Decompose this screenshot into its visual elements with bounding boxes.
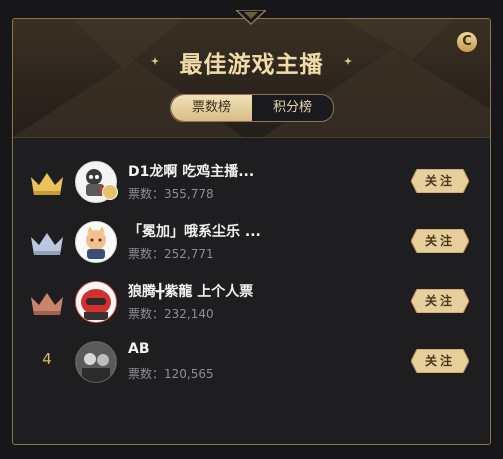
streamer-name[interactable]: 「冕加」哦系尘乐 ... [128, 221, 261, 241]
vote-count: 票数：355,778 [128, 187, 214, 201]
vote-count: 票数：252,771 [128, 247, 214, 261]
list-item: D1龙啊 吃鸡主播... 票数：355,778 关注 [13, 155, 490, 207]
avatar[interactable] [75, 221, 117, 263]
tab-votes[interactable]: 票数榜 [171, 95, 252, 121]
panel-header: 最佳游戏主播 票数榜 积分榜 C [13, 19, 490, 138]
title-star-right-icon [344, 57, 352, 65]
title-star-left-icon [151, 57, 159, 65]
live-badge-icon [102, 184, 118, 200]
follow-button[interactable]: 关注 [411, 349, 469, 373]
silver-crown-icon [31, 233, 63, 255]
streamer-name[interactable]: AB [128, 341, 150, 357]
bronze-crown-icon [31, 293, 63, 315]
streamer-name[interactable]: 狼腾╋紫龍 上个人票 [128, 281, 253, 301]
gold-crown-icon [31, 173, 63, 195]
follow-label: 关注 [424, 234, 455, 248]
c-badge-letter: C [462, 34, 472, 49]
avatar[interactable] [75, 281, 117, 323]
panel-notch-ornament [236, 10, 266, 26]
list-item: 狼腾╋紫龍 上个人票 票数：232,140 关注 [13, 275, 490, 327]
follow-button[interactable]: 关注 [411, 229, 469, 253]
tab-bar: 票数榜 积分榜 [170, 94, 334, 122]
list-item: 「冕加」哦系尘乐 ... 票数：252,771 关注 [13, 215, 490, 267]
tab-points[interactable]: 积分榜 [252, 95, 333, 121]
avatar[interactable] [75, 341, 117, 383]
rank-number: 4 [42, 350, 52, 368]
vote-count: 票数：232,140 [128, 307, 214, 321]
c-badge-icon[interactable]: C [457, 32, 477, 52]
follow-label: 关注 [424, 294, 455, 308]
follow-button[interactable]: 关注 [411, 169, 469, 193]
list-item: 4 AB 票数：120,565 关注 [13, 335, 490, 387]
follow-label: 关注 [424, 354, 455, 368]
ranking-panel: 最佳游戏主播 票数榜 积分榜 C D1龙啊 吃鸡主播... 票数：355,778… [12, 18, 491, 445]
follow-button[interactable]: 关注 [411, 289, 469, 313]
vote-count: 票数：120,565 [128, 367, 214, 381]
page-title: 最佳游戏主播 [179, 52, 324, 78]
streamer-name[interactable]: D1龙啊 吃鸡主播... [128, 161, 254, 181]
follow-label: 关注 [424, 174, 455, 188]
